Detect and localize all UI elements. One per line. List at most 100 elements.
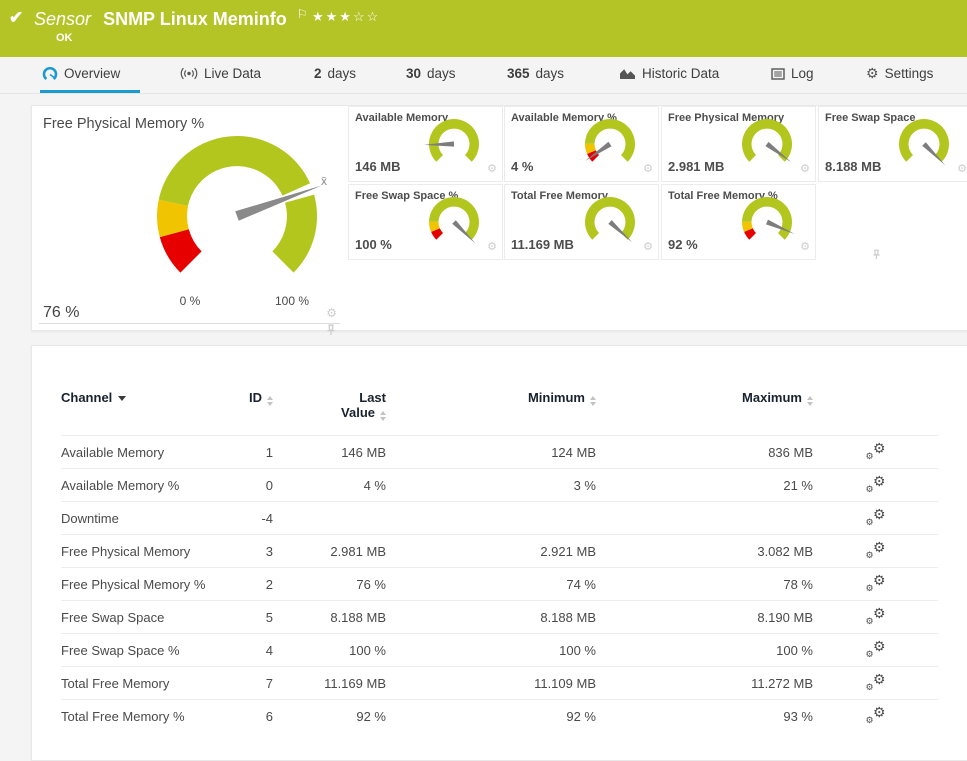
mini-gauge-value: 4 % [511, 159, 534, 174]
channel-minimum: 2.921 MB [386, 534, 596, 568]
gear-icon: ⚙ [866, 65, 879, 81]
column-header-minimum[interactable]: Minimum [386, 382, 596, 436]
channel-name[interactable]: Available Memory % [61, 468, 221, 502]
tab-bar: Overview Live Data 2 days 30 days 365 da… [0, 57, 967, 94]
channel-name[interactable]: Free Swap Space % [61, 633, 221, 667]
divider [39, 323, 340, 324]
tab-settings[interactable]: ⚙ Settings [864, 57, 935, 90]
panel-actions: ⚙ [800, 162, 880, 181]
average-marker: x̄ [321, 174, 327, 188]
channel-settings-gears-icon[interactable]: ⚙ ⚙ [866, 540, 886, 560]
channel-last-value: 100 % [273, 633, 386, 667]
tab-label: Overview [64, 66, 121, 81]
tab-live-data[interactable]: Live Data [178, 57, 263, 90]
tab-overview[interactable]: Overview [40, 57, 141, 93]
channel-maximum: 100 % [596, 633, 813, 667]
table-row[interactable]: Free Physical Memory 3 2.981 MB 2.921 MB… [61, 534, 938, 568]
pin-icon[interactable] [872, 249, 881, 260]
table-row[interactable]: Available Memory 1 146 MB 124 MB 836 MB … [61, 435, 938, 469]
overview-gauge-icon [42, 66, 58, 80]
sensor-header: ✔ Sensor SNMP Linux Meminfo ⚐ ★★★☆☆ OK [0, 0, 967, 57]
channel-name[interactable]: Free Physical Memory [61, 534, 221, 568]
mini-gauge-value: 8.188 MB [825, 159, 882, 174]
priority-stars[interactable]: ★★★☆☆ [312, 9, 380, 25]
channel-maximum: 11.272 MB [596, 666, 813, 700]
log-icon [771, 67, 785, 80]
broadcast-icon [180, 67, 198, 80]
channel-maximum: 93 % [596, 699, 813, 732]
panel-actions: ⚙ [643, 240, 723, 259]
tab-2-days[interactable]: 2 days [312, 57, 358, 90]
gauge-settings-icon[interactable]: ⚙ [957, 162, 967, 175]
channel-last-value: 8.188 MB [273, 600, 386, 634]
gauge-settings-icon[interactable]: ⚙ [643, 240, 653, 253]
column-header-channel[interactable]: Channel [61, 382, 221, 436]
panel-actions: ⚙ [800, 240, 880, 259]
gauge-settings-icon[interactable]: ⚙ [326, 306, 337, 320]
channel-id: 5 [221, 600, 273, 634]
channel-settings-gears-icon[interactable]: ⚙ ⚙ [866, 606, 886, 626]
gauge-settings-icon[interactable]: ⚙ [643, 162, 653, 175]
channel-id: -4 [221, 501, 273, 535]
channel-name[interactable]: Downtime [61, 501, 221, 535]
channel-settings-gears-icon[interactable]: ⚙ ⚙ [866, 441, 886, 461]
table-row[interactable]: Free Swap Space % 4 100 % 100 % 100 % ⚙ ⚙ [61, 633, 938, 667]
table-row[interactable]: Available Memory % 0 4 % 3 % 21 % ⚙ ⚙ [61, 468, 938, 502]
channel-id: 4 [221, 633, 273, 667]
channel-id: 3 [221, 534, 273, 568]
tab-label: days [535, 66, 565, 81]
channel-last-value: 92 % [273, 699, 386, 732]
mini-gauge-free-swap-space: Free Swap Space 8.188 MB ⚙ [818, 106, 967, 182]
channel-id: 1 [221, 435, 273, 469]
channel-settings-gears-icon[interactable]: ⚙ ⚙ [866, 507, 886, 527]
table-row[interactable]: Downtime -4 ⚙ ⚙ [61, 501, 938, 535]
gauge-settings-icon[interactable]: ⚙ [487, 240, 497, 253]
channel-name[interactable]: Free Swap Space [61, 600, 221, 634]
tab-365-days[interactable]: 365 days [505, 57, 566, 90]
table-row[interactable]: Total Free Memory % 6 92 % 92 % 93 % ⚙ ⚙ [61, 699, 938, 732]
channel-name[interactable]: Available Memory [61, 435, 221, 469]
channel-minimum: 74 % [386, 567, 596, 601]
flag-icon[interactable]: ⚐ [297, 7, 308, 21]
channel-settings-gears-icon[interactable]: ⚙ ⚙ [866, 474, 886, 494]
channel-minimum [386, 501, 596, 535]
gauge-settings-icon[interactable]: ⚙ [800, 162, 810, 175]
gauge-settings-icon[interactable]: ⚙ [800, 240, 810, 253]
tab-log[interactable]: Log [769, 57, 816, 90]
tab-historic-data[interactable]: Historic Data [617, 57, 721, 90]
channel-last-value: 11.169 MB [273, 666, 386, 700]
panel-actions: ⚙ [487, 240, 567, 259]
channel-name[interactable]: Free Physical Memory % [61, 567, 221, 601]
channel-minimum: 124 MB [386, 435, 596, 469]
sort-icon [380, 411, 386, 421]
channel-maximum: 8.190 MB [596, 600, 813, 634]
channel-minimum: 92 % [386, 699, 596, 732]
panel-actions: ⚙ [957, 162, 967, 175]
mini-gauge-value: 100 % [355, 237, 392, 252]
channel-id: 7 [221, 666, 273, 700]
mini-gauge-chart [741, 197, 795, 240]
mini-gauge-available-memory: Available Memory 146 MB ⚙ [348, 106, 567, 182]
channel-settings-gears-icon[interactable]: ⚙ ⚙ [866, 573, 886, 593]
column-header-id[interactable]: ID [221, 382, 273, 436]
channel-last-value: 4 % [273, 468, 386, 502]
channel-settings-gears-icon[interactable]: ⚙ ⚙ [866, 639, 886, 659]
channel-settings-gears-icon[interactable]: ⚙ ⚙ [866, 705, 886, 725]
channel-settings-gears-icon[interactable]: ⚙ ⚙ [866, 672, 886, 692]
column-header-maximum[interactable]: Maximum [596, 382, 813, 436]
column-header-last-value[interactable]: Last Value [273, 382, 386, 436]
pin-icon[interactable] [326, 324, 336, 336]
historic-chart-icon [620, 69, 635, 79]
gauge-settings-icon[interactable]: ⚙ [487, 162, 497, 175]
channel-name[interactable]: Total Free Memory % [61, 699, 221, 732]
tab-label: Live Data [204, 66, 262, 81]
mini-gauge-free-swap-space-pct: Free Swap Space % 100 % ⚙ [348, 184, 567, 260]
channel-name[interactable]: Total Free Memory [61, 666, 221, 700]
table-row[interactable]: Free Swap Space 5 8.188 MB 8.188 MB 8.19… [61, 600, 938, 634]
channel-maximum: 78 % [596, 567, 813, 601]
tab-30-days[interactable]: 30 days [404, 57, 458, 90]
table-row[interactable]: Free Physical Memory % 2 76 % 74 % 78 % … [61, 567, 938, 601]
table-row[interactable]: Total Free Memory 7 11.169 MB 11.109 MB … [61, 666, 938, 700]
tab-label: days [327, 66, 357, 81]
channel-minimum: 11.109 MB [386, 666, 596, 700]
